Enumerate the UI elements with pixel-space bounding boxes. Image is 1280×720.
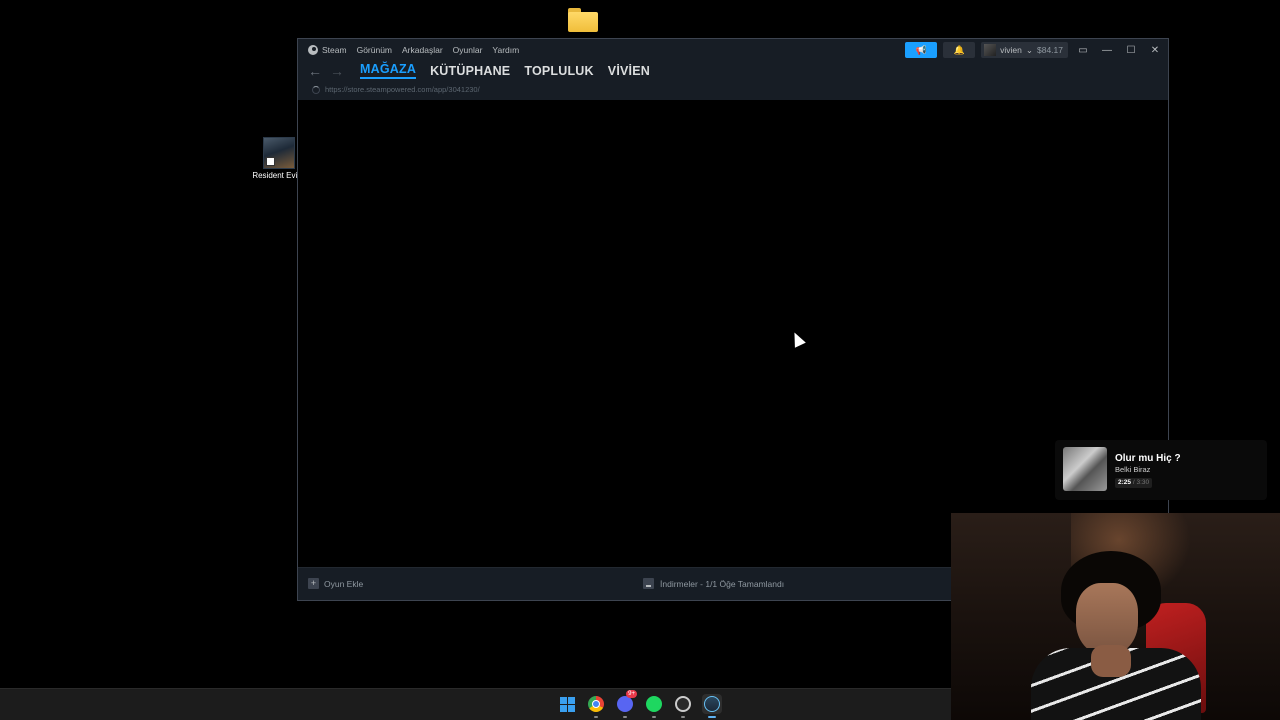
announcements-button[interactable]: 📢 [905, 42, 938, 58]
url-text[interactable]: https://store.steampowered.com/app/30412… [325, 85, 480, 94]
track-artist: Belki Biraz [1115, 465, 1151, 474]
steam-nav: ← → MAĞAZA KÜTÜPHANE TOPLULUK VİVİEN [308, 62, 664, 79]
windows-icon [559, 696, 575, 712]
monitor-icon: ▭ [1078, 44, 1088, 56]
minimize-icon: — [1102, 44, 1112, 56]
current-time: 2:25 [1118, 479, 1132, 486]
chevron-down-icon: ⌄ [1025, 44, 1033, 55]
game-thumbnail-icon [263, 137, 295, 169]
tab-profile[interactable]: VİVİEN [608, 64, 650, 78]
spotify-icon [646, 696, 662, 712]
now-playing-widget: Olur mu Hiç ? Belki Biraz 2:25 / 3:30 [1055, 440, 1267, 500]
tab-store[interactable]: MAĞAZA [360, 62, 417, 79]
avatar [984, 44, 997, 56]
steam-logo-icon [308, 45, 318, 55]
maximize-button[interactable]: ☐ [1122, 42, 1140, 58]
taskbar-spotify[interactable] [644, 694, 664, 718]
total-time: 3:30 [1136, 479, 1150, 486]
time-separator: / [1132, 479, 1135, 486]
minimize-button[interactable]: — [1098, 42, 1116, 58]
megaphone-icon: 📢 [915, 44, 927, 55]
titlebar-controls: 📢 🔔 vivien ⌄ $84.17 ▭ — ☐ ✕ [905, 42, 1164, 58]
taskbar-obs[interactable] [673, 694, 693, 718]
notification-badge: 9+ [626, 690, 637, 698]
folder-icon[interactable] [568, 8, 598, 32]
notifications-button[interactable]: 🔔 [943, 42, 976, 58]
tab-community[interactable]: TOPLULUK [524, 64, 593, 78]
taskbar-chrome[interactable] [586, 694, 606, 718]
wallet-balance: $84.17 [1037, 45, 1063, 55]
menu-help[interactable]: Yardım [492, 45, 519, 55]
menu-friends[interactable]: Arkadaşlar [402, 45, 443, 55]
taskbar-steam[interactable] [702, 694, 722, 718]
downloads-label: İndirmeler - 1/1 Öğe Tamamlandı [660, 578, 785, 589]
taskbar-apps: 9+ [557, 690, 722, 718]
url-bar: https://store.steampowered.com/app/30412… [312, 85, 480, 94]
track-title: Olur mu Hiç ? [1115, 453, 1181, 464]
track-time: 2:25 / 3:30 [1115, 478, 1153, 488]
close-icon: ✕ [1150, 44, 1160, 56]
maximize-icon: ☐ [1126, 44, 1136, 56]
start-button[interactable] [557, 694, 577, 714]
forward-button[interactable]: → [330, 63, 350, 79]
plus-icon: + [308, 578, 319, 589]
downloads-button[interactable]: İndirmeler - 1/1 Öğe Tamamlandı [643, 578, 784, 589]
chrome-icon [588, 696, 604, 712]
close-button[interactable]: ✕ [1146, 42, 1164, 58]
album-art [1063, 447, 1107, 491]
menu-view[interactable]: Görünüm [357, 45, 392, 55]
arrow-left-icon: ← [308, 62, 322, 79]
steam-menubar: Steam Görünüm Arkadaşlar Oyunlar Yardım [308, 45, 529, 55]
obs-icon [675, 696, 691, 712]
store-content-area [298, 100, 1168, 568]
back-button[interactable]: ← [308, 63, 328, 79]
steam-titlebar: Steam Görünüm Arkadaşlar Oyunlar Yardım … [298, 39, 1168, 100]
menu-games[interactable]: Oyunlar [453, 45, 483, 55]
loading-spinner-icon [312, 85, 320, 94]
discord-icon [617, 696, 633, 712]
webcam-overlay [951, 513, 1280, 720]
bell-icon: 🔔 [953, 44, 965, 55]
account-menu[interactable]: vivien ⌄ $84.17 [981, 42, 1068, 58]
menu-steam[interactable]: Steam [308, 45, 347, 55]
tab-library[interactable]: KÜTÜPHANE [430, 64, 510, 78]
arrow-right-icon: → [330, 62, 344, 79]
add-game-label: Oyun Ekle [324, 578, 364, 589]
steam-icon [704, 696, 720, 712]
add-game-button[interactable]: + Oyun Ekle [308, 578, 363, 589]
taskbar: 9+ [0, 688, 951, 720]
download-icon [643, 578, 654, 589]
big-picture-button[interactable]: ▭ [1074, 42, 1092, 58]
account-name: vivien [1000, 45, 1022, 55]
taskbar-discord[interactable]: 9+ [615, 690, 637, 718]
